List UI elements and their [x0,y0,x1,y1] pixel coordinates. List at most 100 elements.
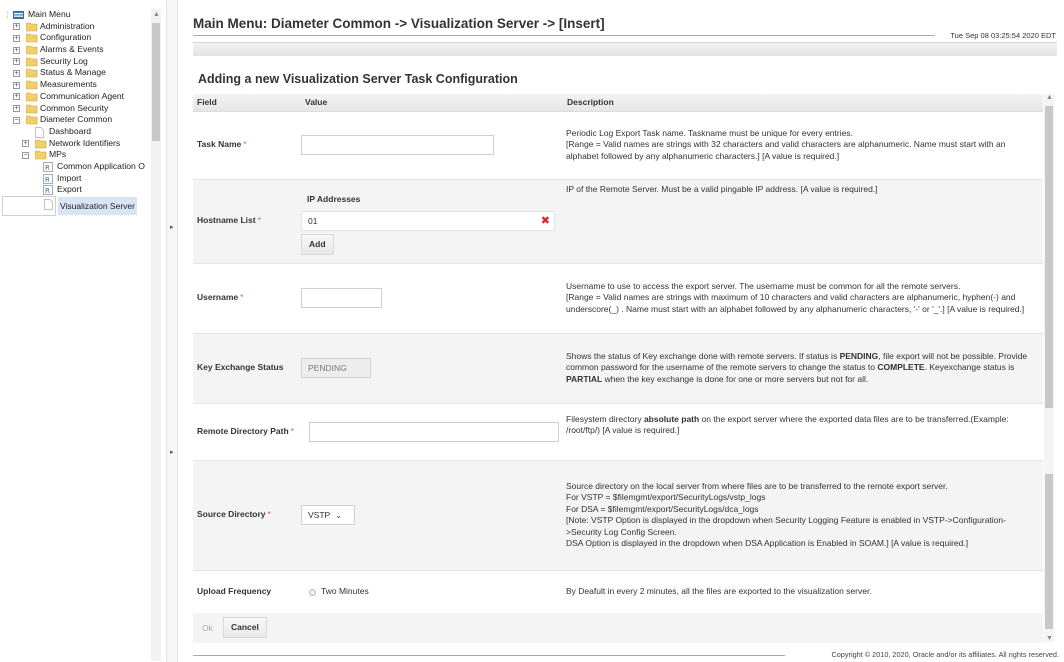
task-name-input[interactable] [301,135,494,155]
add-ip-button[interactable]: Add [301,233,334,255]
field-label: Upload Frequency [193,570,301,615]
field-label: Key Exchange Status [193,333,301,404]
pane-splitter[interactable]: ▸ ▸ [166,0,178,662]
table-row-username: Username * Username to use to access the … [193,263,1043,334]
page-title: Main Menu: Diameter Common -> Visualizat… [193,16,605,31]
header-divider [193,35,935,36]
page-header: Main Menu: Diameter Common -> Visualizat… [180,0,1064,60]
task-name-range: [Range = Valid names are strings with 32… [566,139,1006,161]
content-scroll-thumb[interactable] [1045,106,1053,408]
sidebar-item-import[interactable]: R Import [2,173,150,185]
config-form-table: Field Value Description Task Name * Perio… [193,94,1043,615]
ip-addresses-header: IP Addresses [307,193,361,204]
table-row-key-exchange: Key Exchange Status PENDING Shows the st… [193,333,1043,404]
field-label: Source Directory * [193,460,301,571]
required-marker: * [267,509,271,520]
sidebar-item-common-application-o[interactable]: R Common Application O [2,161,150,173]
page-icon [44,198,53,216]
sidebar-item-diameter-common[interactable]: − Diameter Common [2,114,150,126]
expand-icon[interactable]: + [13,81,20,89]
required-marker: * [243,139,247,150]
username-range: [Range = Valid names are strings with ma… [566,292,1025,314]
sidebar-item-alarms-events[interactable]: + Alarms & Events [2,44,150,56]
content-scrollbar[interactable]: ▲ ▼ [1044,94,1054,642]
source-directory-description: Source directory on the local server fro… [563,460,1043,571]
remote-directory-input[interactable] [309,421,559,442]
scroll-down-icon[interactable]: ▼ [1046,635,1053,642]
scroll-up-icon[interactable]: ▲ [1046,94,1053,101]
table-row-task-name: Task Name * Periodic Log Export Task name… [193,111,1043,180]
navigation-tree: ¦ Main Menu + Administration + Configuratio… [2,9,150,218]
username-input[interactable] [301,288,382,308]
sidebar-item-common-security[interactable]: + Common Security [2,103,150,115]
sidebar-item-network-identifiers[interactable]: + Network Identifiers [2,138,150,150]
field-label: Username * [193,263,301,334]
sidebar-scroll-thumb[interactable] [152,23,160,141]
sidebar-item-configuration[interactable]: + Configuration [2,32,150,44]
chevron-down-icon: ⌄ [335,511,342,520]
sidebar-item-measurements[interactable]: + Measurements [2,79,150,91]
ip-address-input[interactable]: 01 ✖ [301,210,555,231]
expand-icon[interactable]: + [13,46,20,54]
sidebar-item-visualization-server[interactable]: Visualization Server [2,196,137,216]
splitter-arrow-icon[interactable]: ▸ [170,448,174,456]
sidebar-item-security-log[interactable]: + Security Log [2,56,150,68]
expand-icon[interactable]: + [13,58,20,66]
header-band [193,42,1057,56]
field-label: Remote Directory Path * [193,403,301,461]
expand-icon[interactable]: + [13,93,20,101]
column-header-description: Description [563,94,1043,112]
main-menu-icon [13,11,24,19]
sidebar-item-status-manage[interactable]: + Status & Manage [2,67,150,79]
two-minutes-radio[interactable] [309,588,316,596]
form-heading: Adding a new Visualization Server Task C… [198,72,518,86]
tree-line-icon: ¦ [6,9,9,19]
form-actions: Ok Cancel [193,613,1043,643]
sidebar-item-mps[interactable]: − MPs [2,149,150,161]
svg-text:R: R [45,187,50,195]
footer-divider [193,655,785,656]
table-row-hostname: Hostname List * IP Addresses 01 ✖ Add IP o… [193,179,1043,264]
collapse-icon[interactable]: − [13,116,20,124]
username-description: Username to use to access the export ser… [566,280,961,291]
required-marker: * [240,292,244,303]
expand-icon[interactable]: + [13,34,20,42]
key-exchange-status-field: PENDING [301,358,371,378]
ok-button[interactable]: Ok [197,618,218,638]
radio-label: Two Minutes [321,586,369,597]
cancel-button[interactable]: Cancel [223,617,267,638]
remove-ip-icon[interactable]: ✖ [541,212,550,230]
required-marker: * [290,425,294,436]
tree-root-label: Main Menu [28,9,71,19]
sidebar-scrollbar[interactable]: ▲ [151,9,161,661]
upload-frequency-description: By Deafult in every 2 minutes, all the f… [563,570,1043,615]
splitter-arrow-icon[interactable]: ▸ [170,223,174,231]
tree-root[interactable]: ¦ Main Menu [2,9,150,21]
table-row-upload-frequency: Upload Frequency Two Minutes By Deafult … [193,570,1043,615]
column-header-value: Value [301,94,563,112]
key-exchange-description: Shows the status of Key exchange done wi… [563,333,1043,404]
sidebar-item-communication-agent[interactable]: + Communication Agent [2,91,150,103]
sidebar-item-administration[interactable]: + Administration [2,21,150,33]
expand-icon[interactable]: + [13,69,20,77]
hostname-description: IP of the Remote Server. Must be a valid… [563,179,1043,264]
field-label: Task Name * [193,111,301,180]
field-label: Hostname List * [193,179,301,264]
collapse-icon[interactable]: − [22,151,29,159]
expand-icon[interactable]: + [13,23,20,31]
content-scroll-thumb[interactable] [1045,474,1053,629]
table-row-remote-directory: Remote Directory Path * Filesystem direct… [193,403,1043,461]
sidebar-item-export[interactable]: R Export [2,184,150,196]
sidebar-item-dashboard[interactable]: Dashboard [2,126,150,138]
table-row-source-directory: Source Directory * VSTP ⌄ Source directory… [193,460,1043,571]
copyright-text: Copyright © 2010, 2020, Oracle and/or it… [831,650,1059,659]
ip-address-table: IP Addresses 01 ✖ Add [301,190,555,255]
timestamp: Tue Sep 08 03:25:54 2020 EDT [950,31,1056,40]
svg-text:R: R [45,176,50,184]
scroll-up-icon[interactable]: ▲ [153,11,160,18]
source-directory-select[interactable]: VSTP ⌄ [301,505,355,525]
required-marker: * [257,215,261,226]
expand-icon[interactable]: + [22,140,29,148]
expand-icon[interactable]: + [13,105,20,112]
column-header-field: Field [193,94,301,112]
